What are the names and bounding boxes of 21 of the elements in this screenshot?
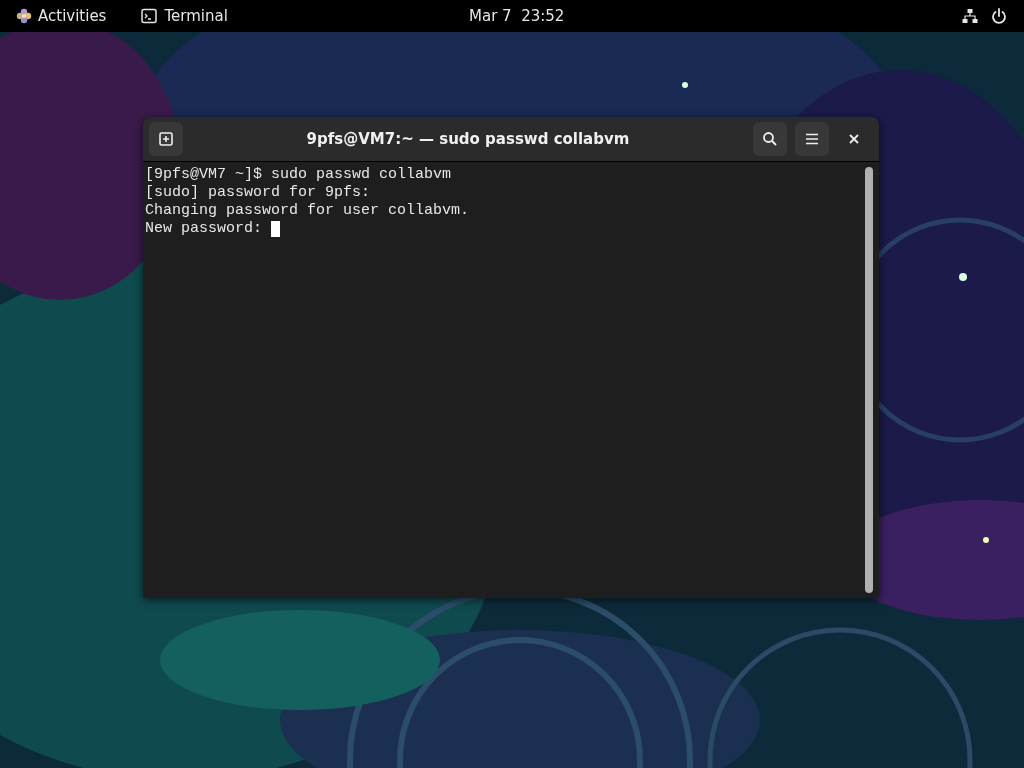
close-icon [849,134,859,144]
app-menu[interactable]: Terminal [141,0,228,32]
flower-icon [16,8,32,24]
activities-button[interactable]: Activities [16,0,107,32]
new-tab-button[interactable] [149,122,183,156]
search-button[interactable] [753,122,787,156]
window-title: 9pfs@VM7:~ — sudo passwd collabvm [305,128,631,150]
new-tab-icon [158,131,174,147]
clock[interactable]: Mar 7 23:52 [469,0,565,32]
search-icon [762,131,778,147]
terminal-line: Changing password for user collabvm. [145,202,470,220]
terminal-line: [sudo] password for 9pfs: [145,184,371,202]
menu-icon [805,133,819,145]
network-icon[interactable] [962,8,978,24]
menu-button[interactable] [795,122,829,156]
scrollbar-thumb[interactable] [865,167,873,593]
text-cursor [271,221,281,237]
terminal-line: [9pfs@VM7 ~]$ sudo passwd collabvm [145,166,452,184]
terminal-icon [141,8,158,24]
terminal-line: New password: [145,220,264,238]
power-icon[interactable] [991,8,1007,24]
